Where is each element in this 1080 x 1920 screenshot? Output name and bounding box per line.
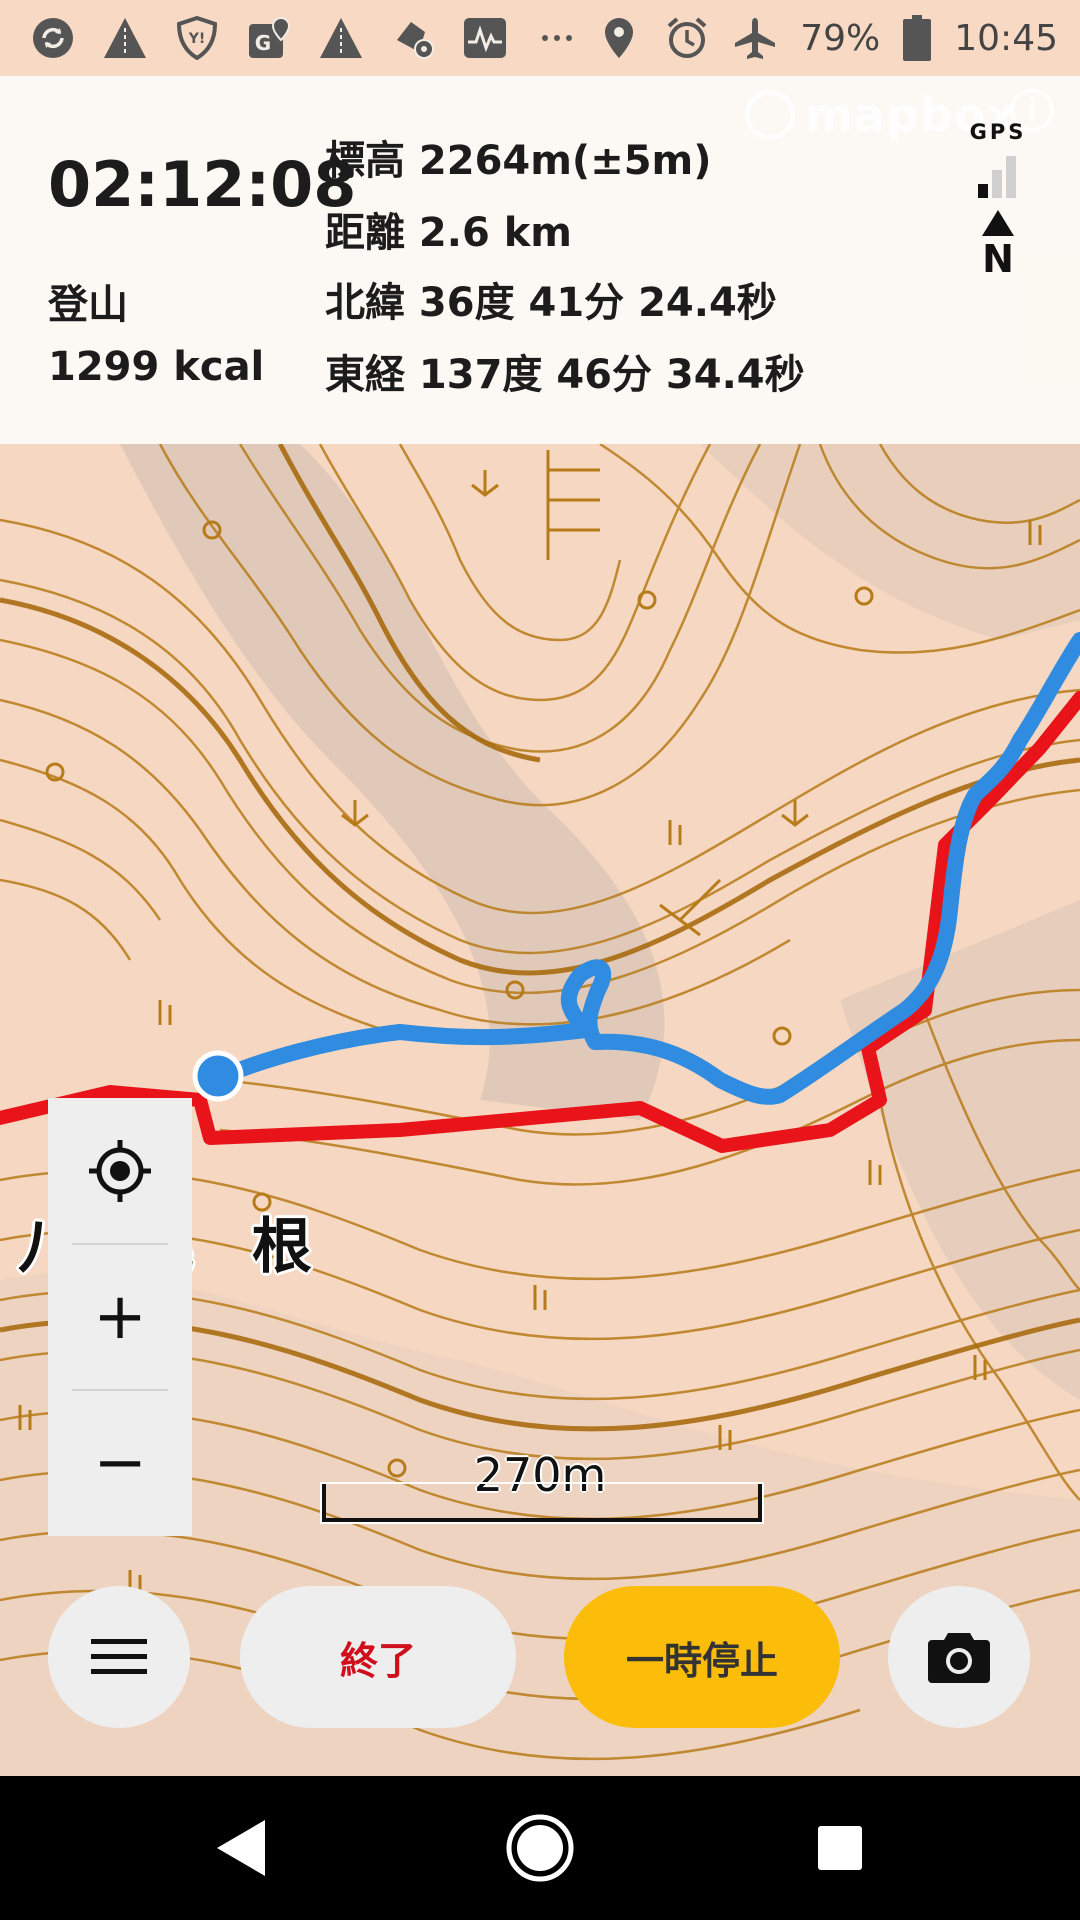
gps-indicator: GPS	[962, 120, 1034, 202]
activity-type: 登山	[48, 282, 128, 328]
navigation-bar	[0, 1776, 1080, 1920]
airplane-mode-icon	[732, 15, 778, 61]
gps-label: GPS	[969, 120, 1027, 144]
gps-signal-icon	[978, 156, 1016, 198]
svg-text:G: G	[255, 31, 271, 55]
zoom-in-button[interactable]: +	[48, 1244, 192, 1390]
status-bar: Y! G 79% 10:45	[0, 0, 1080, 76]
altitude-readout: 標高 2264m(±5m)	[325, 138, 712, 184]
sync-icon	[30, 15, 76, 61]
hamburger-menu-icon	[91, 1639, 147, 1674]
home-button[interactable]	[480, 1776, 600, 1920]
latitude-readout: 北緯 36度 41分 24.4秒	[325, 280, 777, 326]
clock: 10:45	[954, 17, 1058, 59]
google-maps-icon: G	[246, 15, 292, 61]
recents-button[interactable]	[780, 1776, 900, 1920]
alarm-icon	[664, 15, 710, 61]
battery-icon	[902, 15, 932, 61]
distance-readout: 距離 2.6 km	[325, 210, 572, 256]
back-button[interactable]	[180, 1776, 300, 1920]
settings-app-icon	[390, 15, 436, 61]
elapsed-time: 02:12:08	[48, 148, 357, 221]
zoom-out-button[interactable]: −	[48, 1390, 192, 1536]
recents-square-icon	[818, 1826, 862, 1870]
longitude-readout: 東経 137度 46分 34.4秒	[325, 352, 805, 398]
calories: 1299 kcal	[48, 344, 265, 390]
pause-button[interactable]: 一時停止	[564, 1586, 840, 1728]
map-scale: 270m	[322, 1448, 762, 1528]
location-icon	[596, 15, 642, 61]
scale-bar	[322, 1484, 762, 1522]
camera-icon	[928, 1633, 990, 1683]
home-circle-icon	[506, 1814, 574, 1882]
north-arrow-icon	[982, 210, 1014, 236]
north-label: N	[982, 237, 1014, 281]
activity-icon	[462, 15, 508, 61]
locate-me-button[interactable]	[48, 1098, 192, 1244]
road-warning-icon	[102, 15, 148, 61]
map-controls: + −	[48, 1098, 192, 1536]
back-triangle-icon	[217, 1820, 265, 1876]
road-warning-icon	[318, 15, 364, 61]
more-icon	[534, 15, 580, 61]
yahoo-shield-icon: Y!	[174, 15, 220, 61]
crosshair-icon	[89, 1140, 151, 1202]
current-position-marker	[192, 1050, 244, 1102]
camera-button[interactable]	[888, 1586, 1030, 1728]
end-button[interactable]: 終了	[240, 1586, 516, 1728]
compass-north[interactable]: N	[975, 208, 1021, 281]
battery-percent: 79%	[800, 17, 881, 59]
menu-button[interactable]	[48, 1586, 190, 1728]
svg-text:Y!: Y!	[188, 31, 206, 47]
mapbox-logo-icon	[745, 90, 795, 140]
